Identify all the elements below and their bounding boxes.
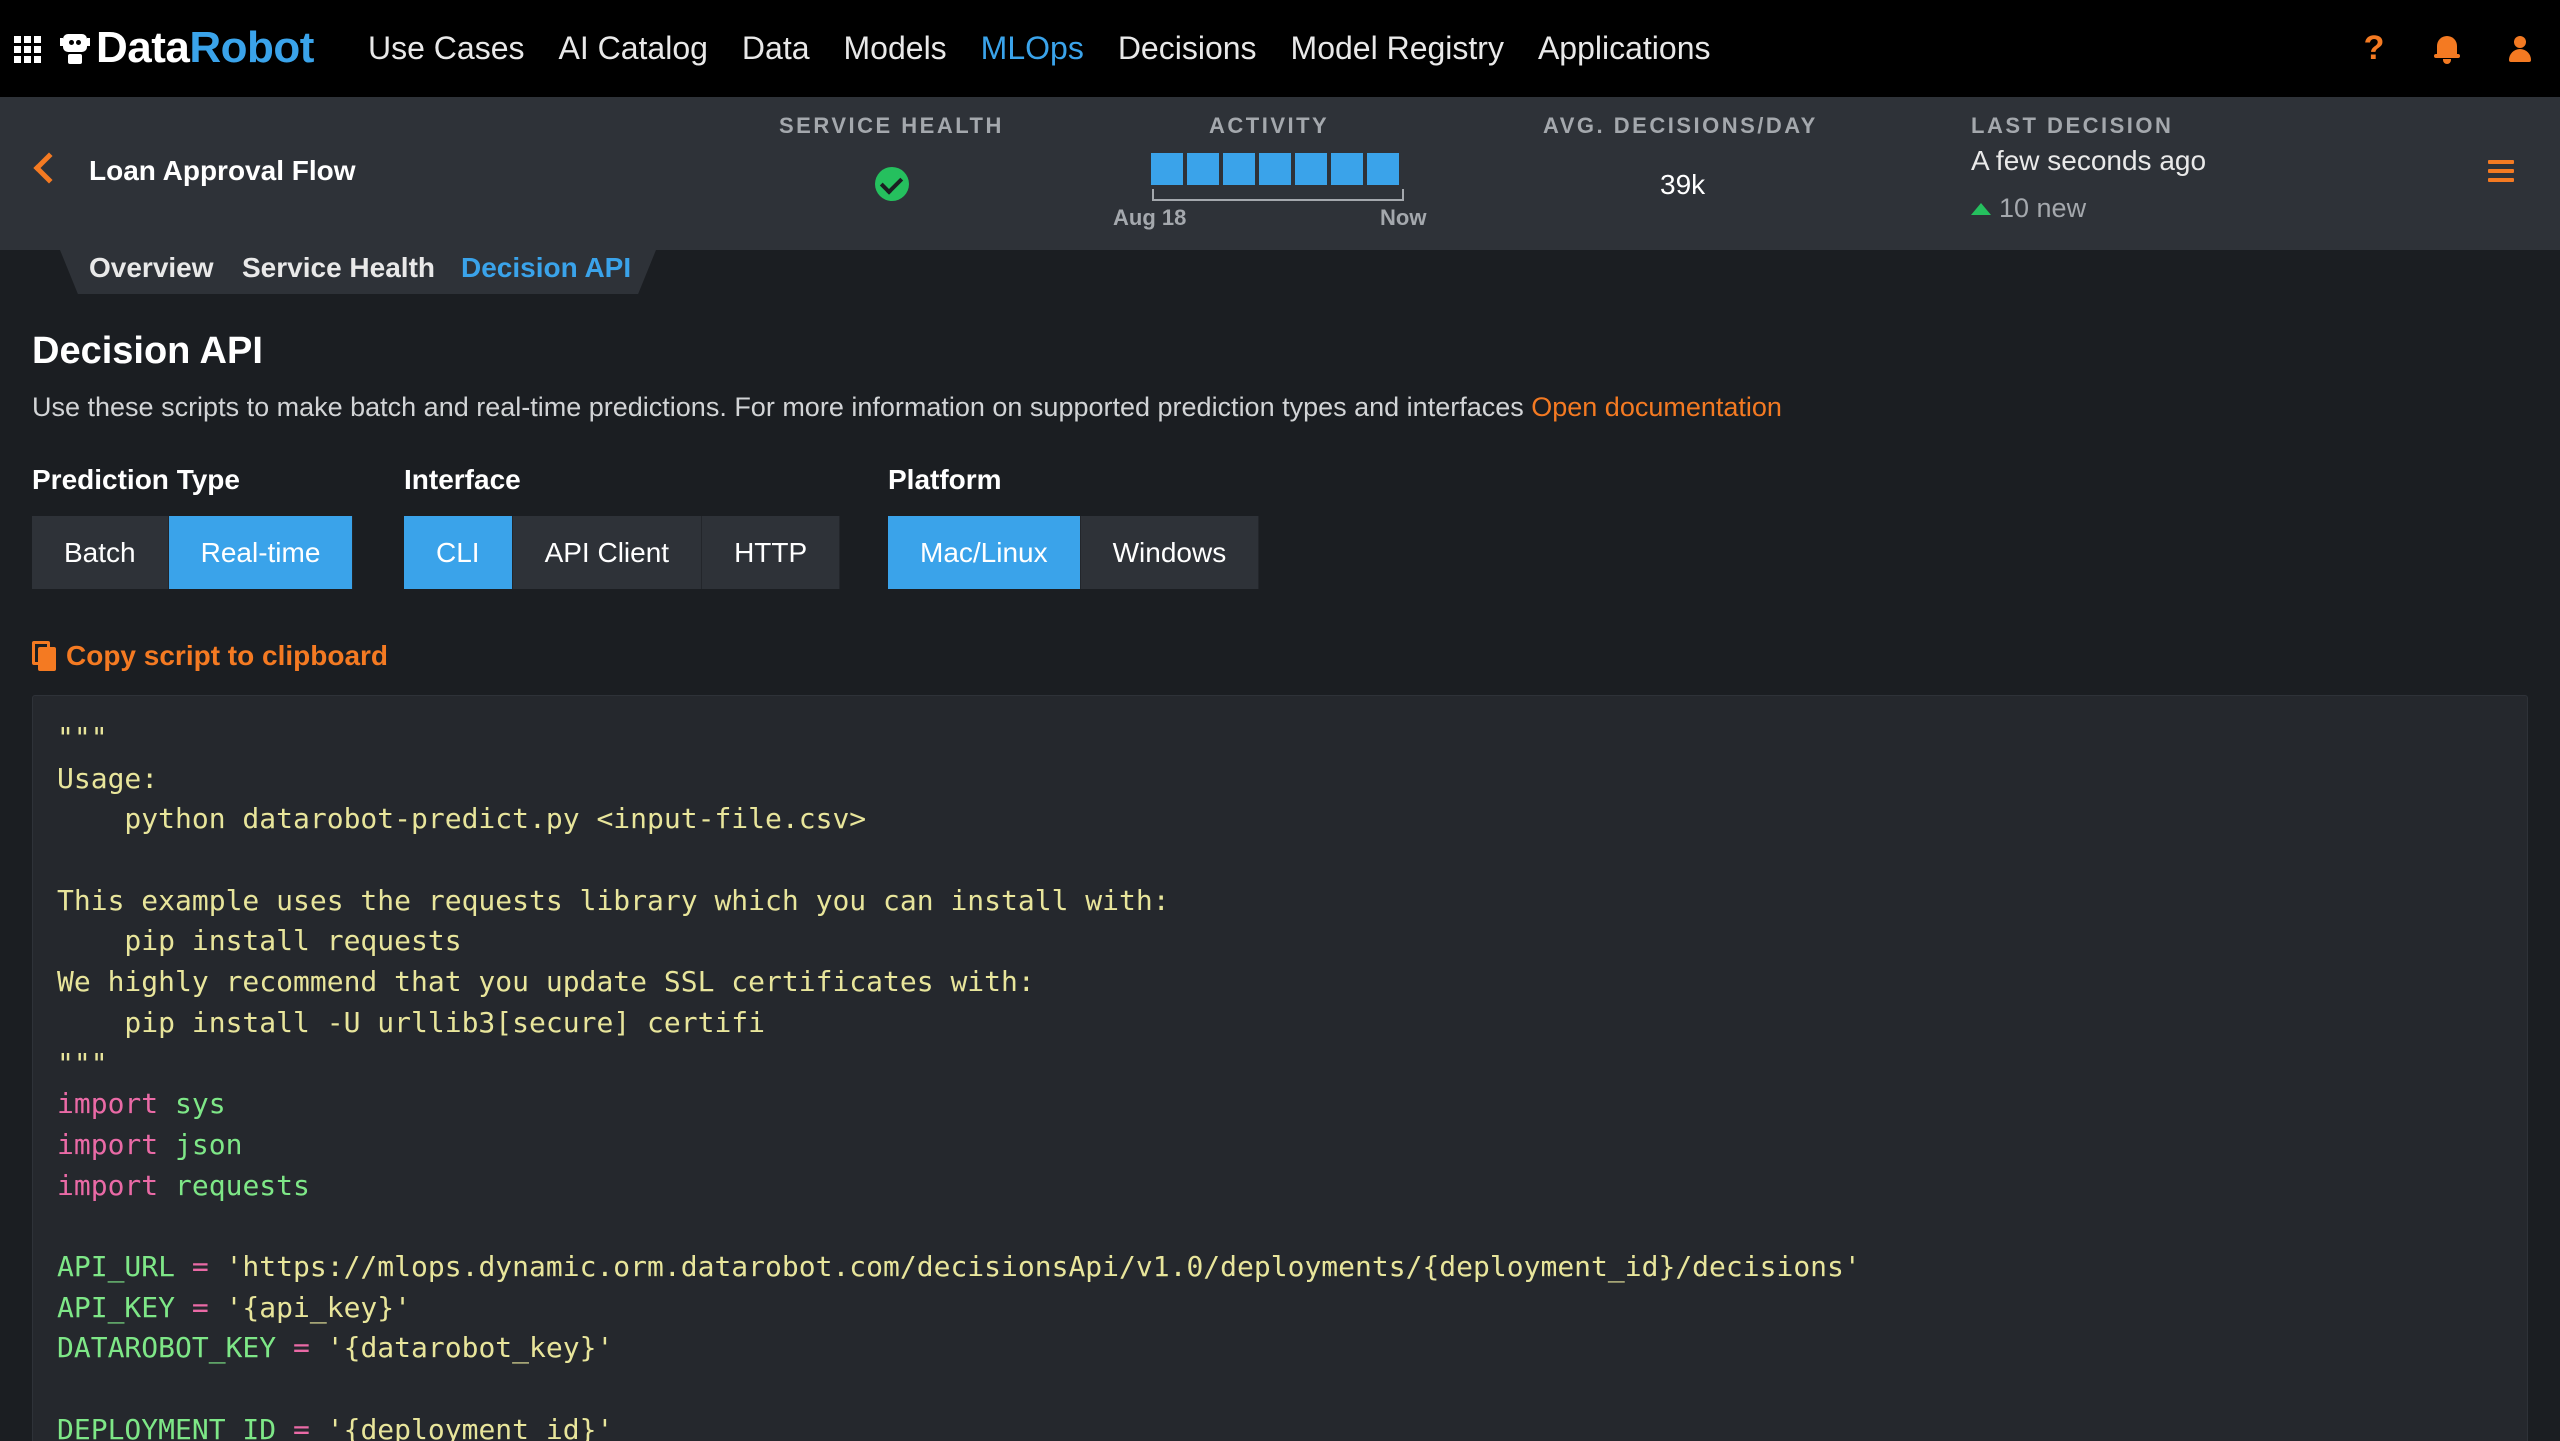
clipboard-icon — [32, 641, 56, 671]
code-line: import sys — [57, 1087, 226, 1121]
activity-bar — [1223, 153, 1255, 185]
nav-item-use-cases[interactable]: Use Cases — [368, 30, 525, 67]
notification-bell-icon[interactable] — [2427, 29, 2467, 69]
help-icon[interactable]: ? — [2354, 29, 2394, 69]
activity-axis — [1152, 189, 1404, 201]
platform-label: Platform — [888, 464, 1002, 495]
hamburger-menu-icon[interactable] — [2488, 160, 2514, 182]
code-line: This example uses the requests library w… — [57, 883, 1170, 917]
nav-item-applications[interactable]: Applications — [1538, 30, 1711, 67]
code-line: DEPLOYMENT_ID = '{deployment_id}' — [57, 1412, 614, 1441]
interface-selector: CLI API Client HTTP — [404, 516, 841, 589]
code-line: pip install -U urllib3[secure] certifi — [57, 1005, 766, 1039]
nav-item-decisions[interactable]: Decisions — [1118, 30, 1257, 67]
page-title: Decision API — [32, 330, 263, 372]
platform-option-mac-linux[interactable]: Mac/Linux — [888, 516, 1081, 589]
open-documentation-link[interactable]: Open documentation — [1531, 392, 1782, 422]
tab-decision-api[interactable]: Decision API — [461, 252, 631, 284]
code-line: API_KEY = '{api_key}' — [57, 1290, 412, 1324]
activity-bar — [1151, 153, 1183, 185]
prediction-type-selector: Batch Real-time — [32, 516, 354, 589]
activity-bar — [1331, 153, 1363, 185]
nav-item-data[interactable]: Data — [742, 30, 810, 67]
code-line: """ — [57, 1046, 108, 1080]
tab-overview[interactable]: Overview — [89, 252, 214, 284]
activity-bar — [1187, 153, 1219, 185]
datarobot-logo[interactable]: DataRobot — [60, 22, 314, 74]
deployment-header: Loan Approval Flow SERVICE HEALTH ACTIVI… — [0, 97, 2560, 250]
top-navigation-bar: DataRobot Use Cases AI Catalog Data Models M… — [0, 0, 2560, 97]
code-line: """ — [57, 721, 108, 754]
deployment-name: Loan Approval Flow — [89, 155, 356, 186]
activity-label: ACTIVITY — [1209, 113, 1330, 138]
code-line: DATAROBOT_KEY = '{datarobot_key}' — [57, 1331, 614, 1365]
last-decision-label: LAST DECISION — [1971, 113, 2174, 138]
interface-label: Interface — [404, 464, 521, 495]
last-decision-value: A few seconds ago — [1971, 145, 2207, 176]
user-icon[interactable] — [2500, 29, 2540, 69]
new-decisions-indicator: 10 new — [1971, 193, 2086, 224]
copy-script-button[interactable]: Copy script to clipboard — [32, 640, 388, 672]
health-check-icon — [875, 167, 909, 201]
description-text: Use these scripts to make batch and real… — [32, 392, 1532, 422]
interface-option-api-client[interactable]: API Client — [512, 516, 703, 589]
copy-script-label: Copy script to clipboard — [66, 640, 389, 671]
up-arrow-icon — [1971, 202, 1991, 215]
service-health-label: SERVICE HEALTH — [779, 113, 1004, 138]
code-line: import requests — [57, 1168, 310, 1202]
platform-selector: Mac/Linux Windows — [888, 516, 1260, 589]
prediction-type-label: Prediction Type — [32, 464, 240, 495]
code-line: import json — [57, 1127, 243, 1161]
avg-decisions-label: AVG. DECISIONS/DAY — [1543, 113, 1818, 138]
interface-option-cli[interactable]: CLI — [404, 516, 513, 589]
logo-wordmark: DataRobot — [96, 23, 314, 72]
code-line: We highly recommend that you update SSL … — [57, 965, 1035, 999]
tab-service-health[interactable]: Service Health — [242, 252, 435, 284]
new-decisions-count: 10 new — [1999, 193, 2087, 223]
code-line: python datarobot-predict.py <input-file.… — [57, 802, 867, 836]
interface-option-http[interactable]: HTTP — [702, 516, 841, 589]
page-description: Use these scripts to make batch and real… — [32, 392, 1782, 423]
prediction-type-option-real-time[interactable]: Real-time — [168, 516, 354, 589]
nav-item-ai-catalog[interactable]: AI Catalog — [559, 30, 708, 67]
activity-end-label: Now — [1380, 205, 1427, 230]
prediction-type-option-batch[interactable]: Batch — [32, 516, 169, 589]
nav-item-model-registry[interactable]: Model Registry — [1291, 30, 1504, 67]
activity-bar — [1295, 153, 1327, 185]
code-line: API_URL = 'https://mlops.dynamic.orm.dat… — [57, 1249, 1861, 1283]
avg-decisions-value: 39k — [1660, 169, 1706, 200]
activity-bars — [1151, 153, 1403, 185]
activity-bar — [1259, 153, 1291, 185]
back-chevron-icon[interactable] — [33, 152, 65, 184]
robot-logo-icon — [60, 30, 90, 66]
activity-bar — [1367, 153, 1399, 185]
code-line: Usage: — [57, 761, 159, 795]
code-line: pip install requests — [57, 924, 462, 958]
app-launcher-grid-icon[interactable] — [14, 36, 42, 63]
top-right-icons: ? — [2321, 0, 2540, 97]
nav-item-models[interactable]: Models — [844, 30, 947, 67]
nav-item-mlops[interactable]: MLOps — [981, 30, 1084, 67]
main-nav: Use Cases AI Catalog Data Models MLOps Decisi… — [368, 0, 1744, 97]
activity-start-label: Aug 18 — [1113, 205, 1187, 230]
platform-option-windows[interactable]: Windows — [1080, 516, 1260, 589]
code-block[interactable]: """ Usage: python datarobot-predict.py <i… — [32, 695, 2528, 1441]
